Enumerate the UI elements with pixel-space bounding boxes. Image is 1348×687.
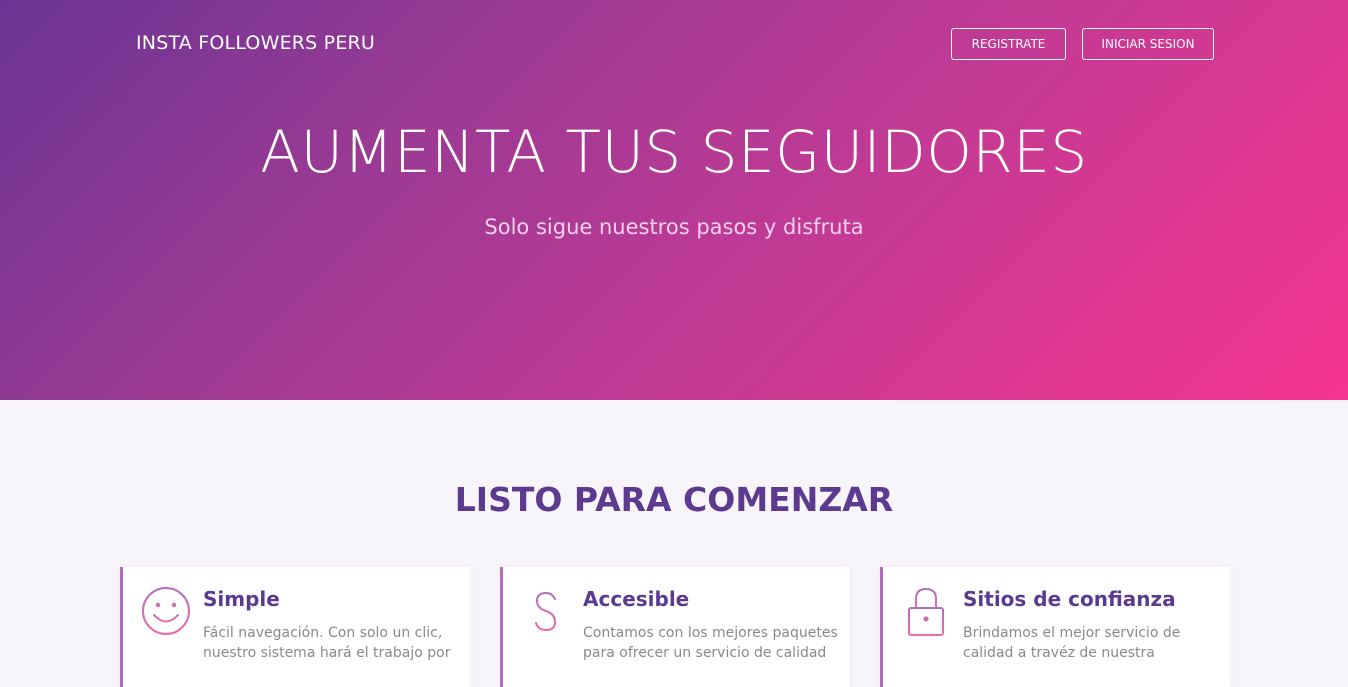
register-button[interactable]: REGISTRATE: [951, 28, 1066, 60]
hero-title: AUMENTA TUS SEGUIDORES: [260, 118, 1088, 186]
smiley-icon: [139, 585, 193, 639]
feature-title: Simple: [203, 587, 280, 611]
hero-section: INSTA FOLLOWERS PERU REGISTRATE INICIAR …: [0, 0, 1348, 400]
feature-card-confianza: Sitios de confianza Brindamos el mejor s…: [880, 567, 1230, 687]
hero-subtitle: Solo sigue nuestros pasos y disfruta: [484, 215, 864, 239]
feature-card-accesible: Accesible Contamos con los mejores paque…: [500, 567, 850, 687]
feature-title: Accesible: [583, 587, 690, 611]
feature-text: Fácil navegación. Con solo un clic, nues…: [203, 625, 451, 661]
dollar-icon: [519, 585, 573, 639]
login-button[interactable]: INICIAR SESION: [1082, 28, 1214, 60]
section-title: LISTO PARA COMENZAR: [454, 480, 894, 519]
feature-title: Sitios de confianza: [963, 587, 1176, 611]
brand-logo[interactable]: INSTA FOLLOWERS PERU: [136, 32, 375, 54]
feature-card-simple: Simple Fácil navegación. Con solo un cli…: [120, 567, 470, 687]
lock-icon: [899, 585, 953, 639]
feature-text: Contamos con los mejores paquetes para o…: [583, 625, 838, 661]
feature-text: Brindamos el mejor servicio de calidad a…: [963, 625, 1181, 661]
